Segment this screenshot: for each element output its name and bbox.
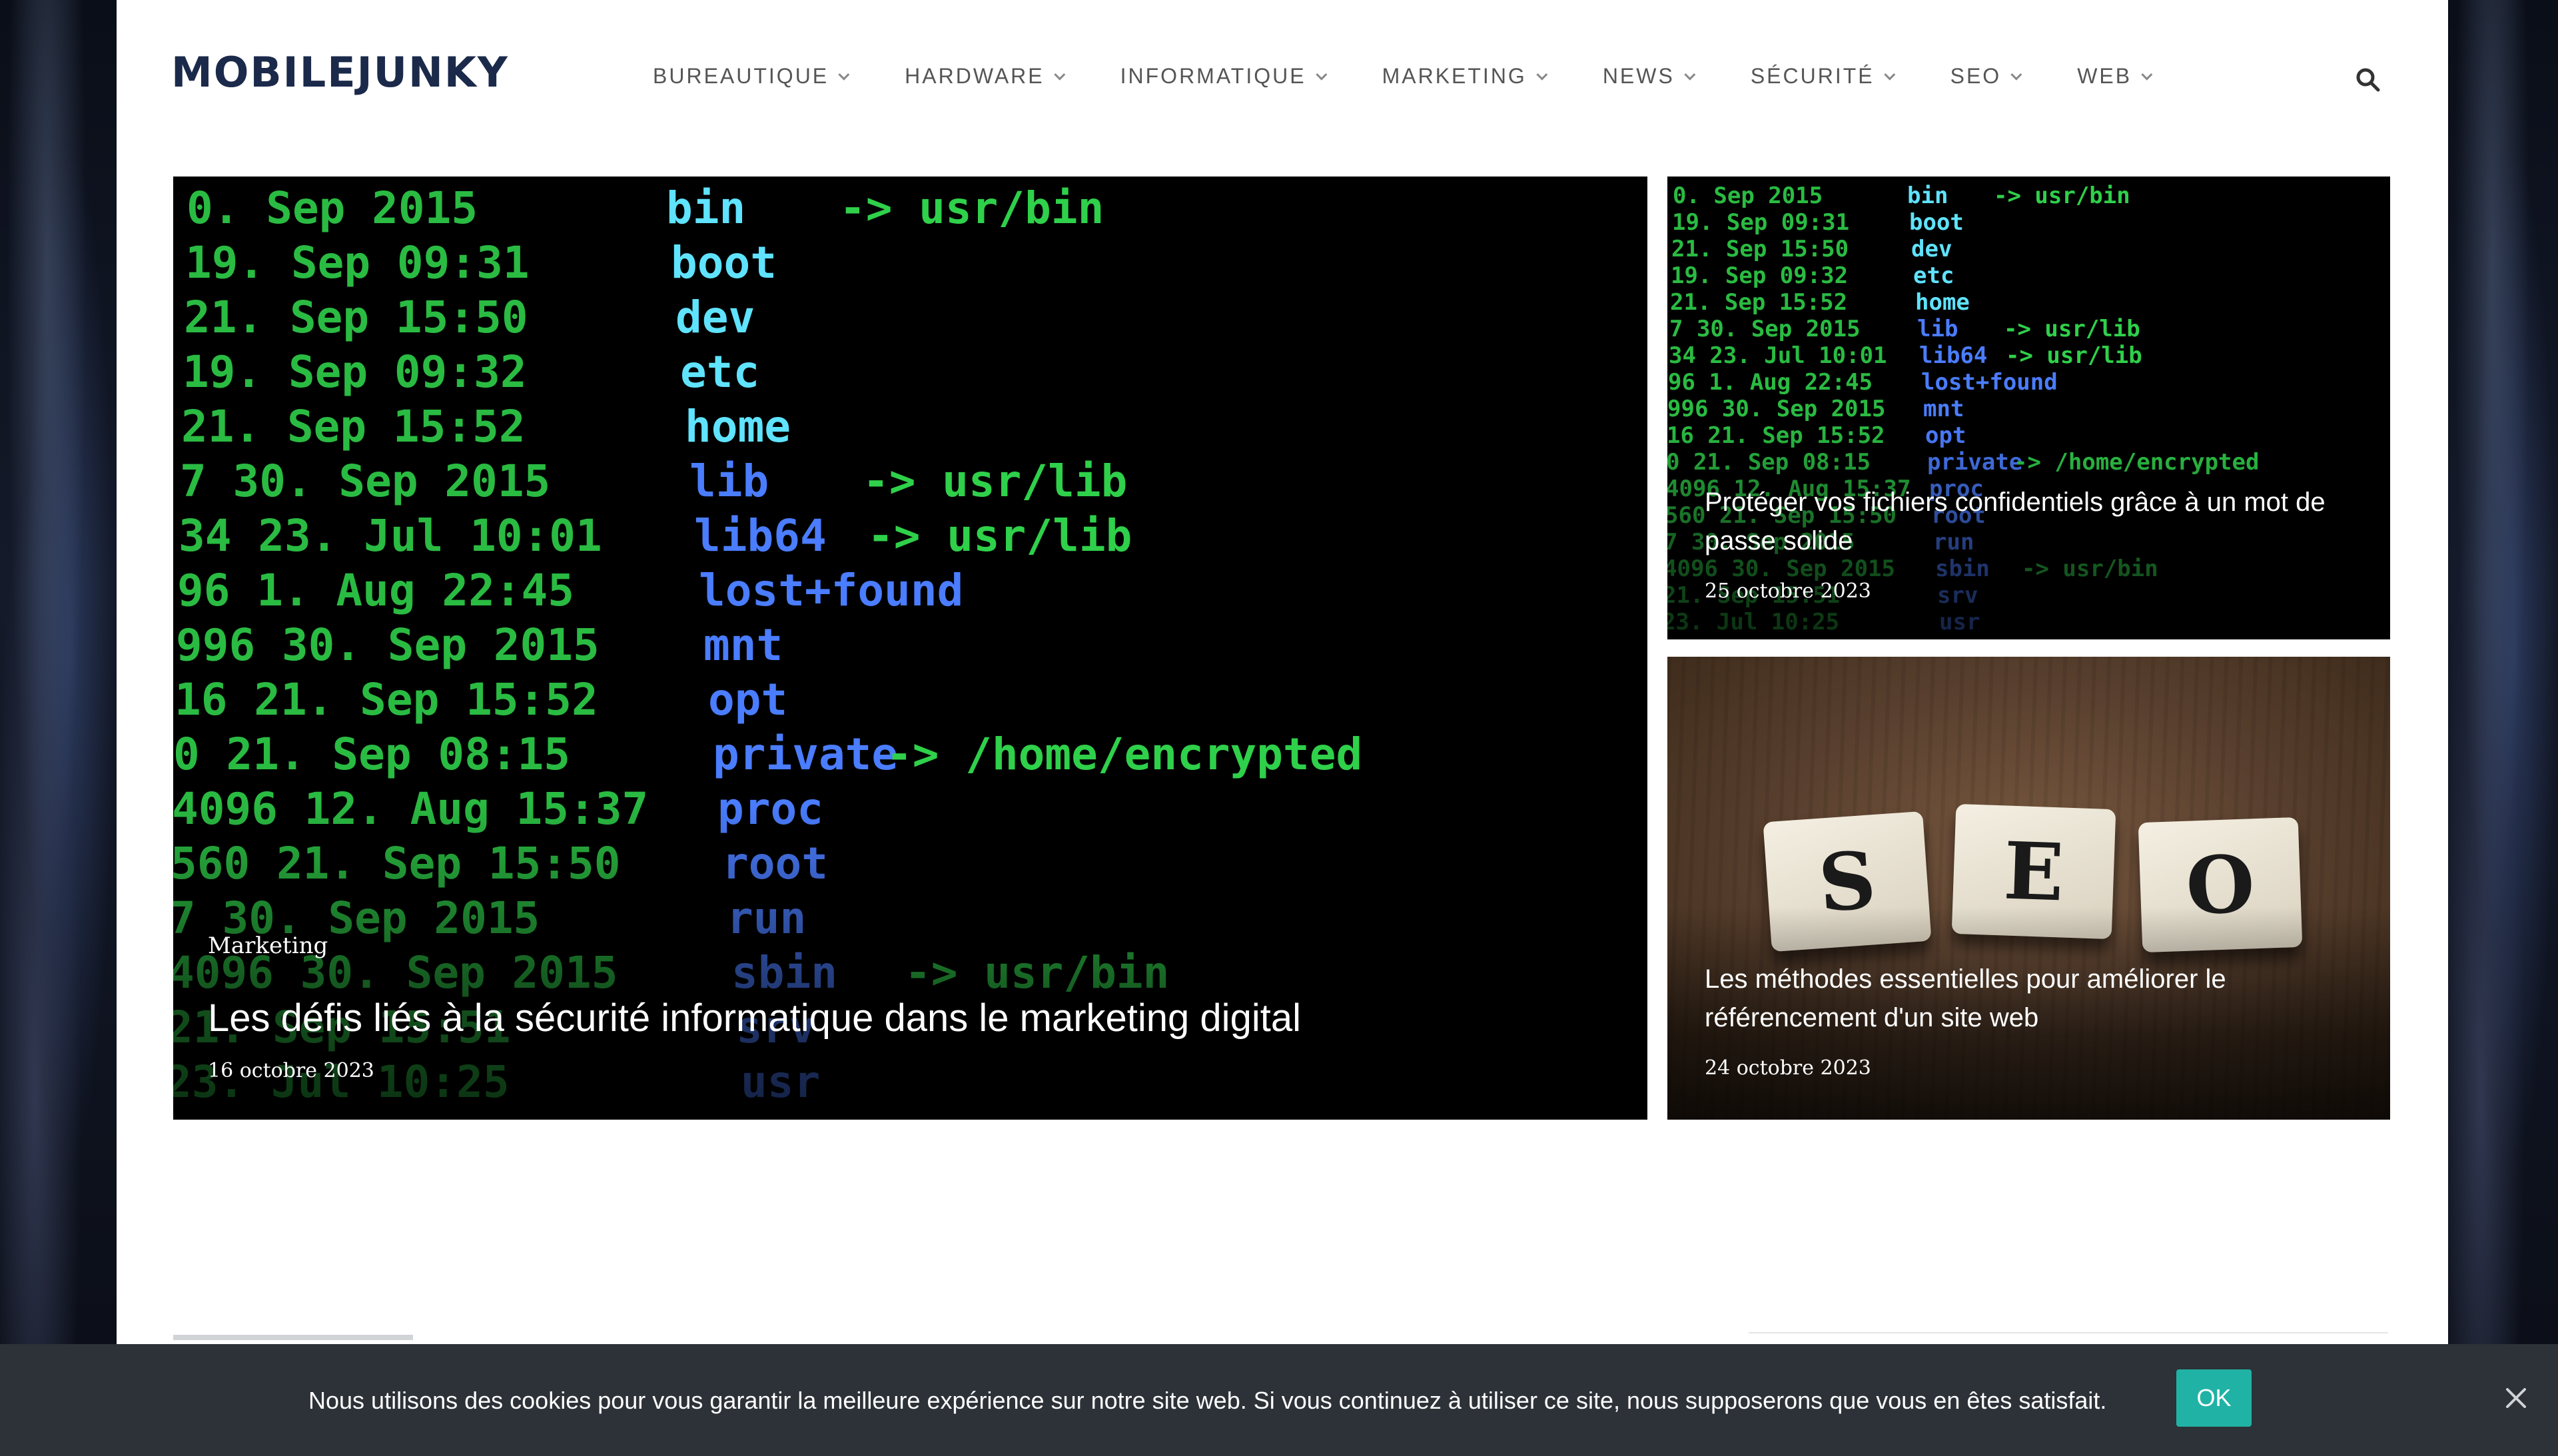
side-article-2[interactable]: S E O Les méthodes essentielles pour amé… xyxy=(1667,657,2390,1120)
terminal-text: -> usr/bin xyxy=(1994,182,2130,209)
hero-overlay xyxy=(173,800,1647,1120)
page: MOBILEJUNKY BUREAUTIQUE HARDWARE INFORMA… xyxy=(117,0,2448,1456)
background-left xyxy=(0,0,117,1456)
terminal-text: -> usr/lib xyxy=(867,510,1132,561)
terminal-text: -> usr/lib xyxy=(2006,342,2142,369)
nav-item-marketing[interactable]: MARKETING xyxy=(1382,64,1548,89)
terminal-text: mnt xyxy=(1923,396,1964,422)
chevron-down-icon xyxy=(1883,69,1895,81)
terminal-text: etc xyxy=(1913,262,1954,289)
terminal-text: 19. Sep 09:31 xyxy=(185,237,530,288)
terminal-text: 21. Sep 15:52 xyxy=(1670,289,1847,316)
terminal-text: 7 30. Sep 2015 xyxy=(180,456,550,507)
terminal-text: 19. Sep 09:31 xyxy=(1672,209,1849,236)
article-title[interactable]: Protéger vos fichiers confidentiels grâc… xyxy=(1705,483,2344,560)
nav-item-label: SÉCURITÉ xyxy=(1750,64,1875,88)
terminal-text: 996 30. Sep 2015 xyxy=(1667,396,1886,422)
terminal-text: bin xyxy=(666,182,745,234)
terminal-text: 21. Sep 15:50 xyxy=(1671,236,1849,262)
terminal-text: 96 1. Aug 22:45 xyxy=(1668,369,1873,396)
article-category[interactable]: Marketing xyxy=(208,932,328,959)
nav-item-web[interactable]: WEB xyxy=(2077,64,2153,89)
article-date: 24 octobre 2023 xyxy=(1705,1056,1871,1080)
terminal-text: opt xyxy=(708,674,787,725)
site-logo[interactable]: MOBILEJUNKY xyxy=(171,52,509,93)
chevron-down-icon xyxy=(838,69,850,81)
terminal-text: lost+found xyxy=(1921,369,2058,396)
terminal-text: 0 21. Sep 08:15 xyxy=(173,729,570,780)
nav-item-label: WEB xyxy=(2077,64,2132,88)
terminal-text: 21. Sep 15:50 xyxy=(184,292,528,343)
terminal-text: 0. Sep 2015 xyxy=(187,182,478,234)
main-nav: BUREAUTIQUE HARDWARE INFORMATIQUE MARKET… xyxy=(653,64,2208,89)
terminal-text: private xyxy=(713,729,898,780)
chevron-down-icon xyxy=(1684,69,1696,81)
background-right xyxy=(2448,0,2558,1456)
terminal-text: dev xyxy=(1911,236,1952,262)
terminal-text: 34 23. Jul 10:01 xyxy=(1669,342,1887,369)
nav-item-label: NEWS xyxy=(1602,64,1675,88)
terminal-text: 0. Sep 2015 xyxy=(1673,182,1823,209)
sidebar-divider xyxy=(1749,1332,2388,1333)
terminal-text: 7 30. Sep 2015 xyxy=(1669,316,1861,342)
terminal-text: lib64 xyxy=(694,510,827,561)
terminal-text: home xyxy=(685,401,791,452)
terminal-text: lost+found xyxy=(699,565,963,616)
article-date: 16 octobre 2023 xyxy=(208,1059,374,1082)
terminal-text: lib xyxy=(689,456,769,507)
nav-item-securite[interactable]: SÉCURITÉ xyxy=(1750,64,1895,89)
nav-item-bureautique[interactable]: BUREAUTIQUE xyxy=(653,64,850,89)
nav-item-label: BUREAUTIQUE xyxy=(653,64,829,88)
chevron-down-icon xyxy=(1053,69,1065,81)
terminal-text: -> usr/bin xyxy=(839,182,1104,234)
terminal-text: -> usr/lib xyxy=(2004,316,2140,342)
terminal-text: mnt xyxy=(703,619,783,671)
article-date: 25 octobre 2023 xyxy=(1705,579,1871,603)
terminal-text: -> usr/lib xyxy=(863,456,1127,507)
nav-item-seo[interactable]: SEO xyxy=(1950,64,2022,89)
terminal-text: 96 1. Aug 22:45 xyxy=(177,565,574,616)
cookie-banner: Nous utilisons des cookies pour vous gar… xyxy=(0,1344,2558,1456)
terminal-text: -> /home/encrypted xyxy=(886,729,1362,780)
chevron-down-icon xyxy=(2010,69,2022,81)
terminal-text: boot xyxy=(1909,209,1964,236)
article-title[interactable]: Les défis liés à la sécurité informatiqu… xyxy=(208,996,1301,1040)
nav-item-label: SEO xyxy=(1950,64,2002,88)
chevron-down-icon xyxy=(2141,69,2153,81)
terminal-text: lib xyxy=(1917,316,1958,342)
terminal-text: lib64 xyxy=(1919,342,1987,369)
featured-article[interactable]: 0. Sep 2015 bin -> usr/bin 19. Sep 09:31 boo… xyxy=(173,177,1647,1120)
section-heading-placeholder xyxy=(173,1335,413,1340)
terminal-text: 19. Sep 09:32 xyxy=(1671,262,1848,289)
terminal-text: home xyxy=(1915,289,1970,316)
chevron-down-icon xyxy=(1315,69,1327,81)
nav-item-label: MARKETING xyxy=(1382,64,1527,88)
terminal-text: 996 30. Sep 2015 xyxy=(176,619,600,671)
search-icon[interactable] xyxy=(2355,67,2381,93)
terminal-text: 19. Sep 09:32 xyxy=(183,346,527,398)
close-icon[interactable] xyxy=(2503,1385,2529,1411)
terminal-text: boot xyxy=(671,237,777,288)
site-header: MOBILEJUNKY BUREAUTIQUE HARDWARE INFORMA… xyxy=(117,0,2448,160)
terminal-text: dev xyxy=(675,292,755,343)
nav-item-hardware[interactable]: HARDWARE xyxy=(905,64,1065,89)
nav-item-label: INFORMATIQUE xyxy=(1120,64,1306,88)
terminal-text: 34 23. Jul 10:01 xyxy=(179,510,602,561)
chevron-down-icon xyxy=(1536,69,1548,81)
nav-item-label: HARDWARE xyxy=(905,64,1045,88)
terminal-text: bin xyxy=(1907,182,1948,209)
terminal-text: etc xyxy=(680,346,759,398)
cookie-message: Nous utilisons des cookies pour vous gar… xyxy=(308,1387,2107,1414)
nav-item-news[interactable]: NEWS xyxy=(1602,64,1696,89)
article-title[interactable]: Les méthodes essentielles pour améliorer… xyxy=(1705,960,2344,1037)
terminal-text: 16 21. Sep 15:52 xyxy=(175,674,598,725)
side-article-1[interactable]: 0. Sep 2015 bin -> usr/bin 19. Sep 09:31 boo… xyxy=(1667,177,2390,639)
cookie-ok-button[interactable]: OK xyxy=(2176,1369,2252,1427)
nav-item-informatique[interactable]: INFORMATIQUE xyxy=(1120,64,1327,89)
terminal-text: 21. Sep 15:52 xyxy=(181,401,526,452)
